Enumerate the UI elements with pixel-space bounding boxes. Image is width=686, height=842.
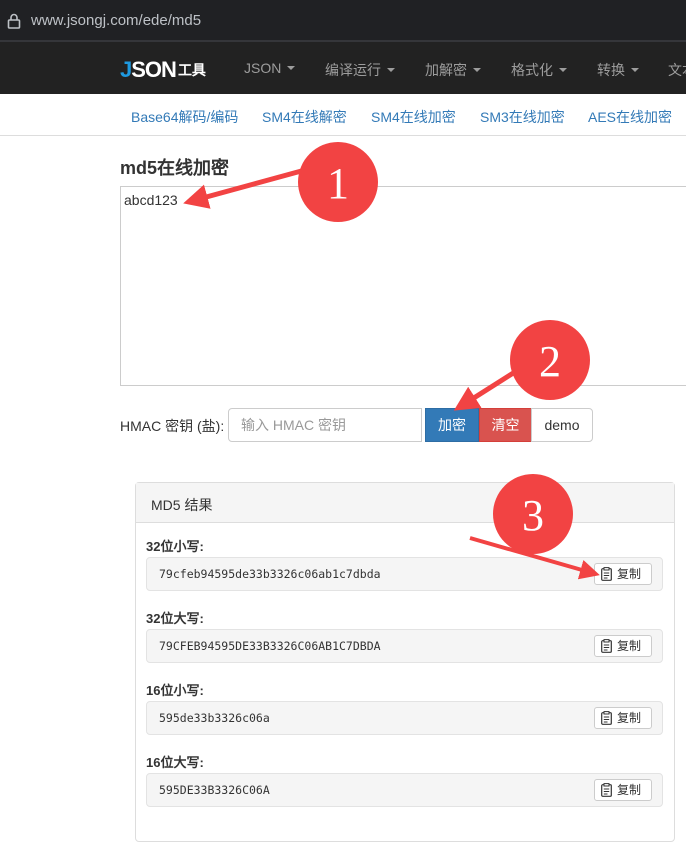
caret-down-icon: [473, 68, 481, 72]
link-sm4-decrypt[interactable]: SM4在线解密: [262, 107, 347, 127]
caret-down-icon: [559, 68, 567, 72]
related-tools-links: Base64解码/编码 SM4在线解密 SM4在线加密 SM3在线加密 AES在…: [0, 94, 686, 136]
demo-button[interactable]: demo: [531, 408, 593, 442]
result-label-32-upper: 32位大写:: [146, 611, 204, 626]
nav-item-crypto[interactable]: 加解密: [425, 60, 481, 80]
nav-item-compile[interactable]: 编译运行: [325, 60, 395, 80]
copy-label: 复制: [617, 639, 642, 653]
logo-son: SON: [131, 57, 177, 82]
caret-down-icon: [631, 68, 639, 72]
result-value[interactable]: 595de33b3326c06a: [159, 711, 270, 725]
result-value[interactable]: 595DE33B3326C06A: [159, 783, 270, 797]
site-logo[interactable]: JSON 工具: [120, 57, 206, 83]
result-value[interactable]: 79CFEB94595DE33B3326C06AB1C7DBDA: [159, 639, 381, 653]
nav-item-label: 转换: [597, 62, 625, 78]
result-value[interactable]: 79cfeb94595de33b3326c06ab1c7dbda: [159, 567, 381, 581]
clipboard-icon: [601, 711, 612, 725]
clipboard-icon: [601, 567, 612, 581]
nav-item-label: 文本: [668, 62, 686, 78]
link-sm3-encrypt[interactable]: SM3在线加密: [480, 107, 565, 127]
page-title: md5在线加密: [120, 158, 230, 178]
browser-address-bar[interactable]: www.jsongj.com/ede/md5: [0, 0, 686, 42]
nav-item-label: 加解密: [425, 62, 467, 78]
logo-j: J: [120, 57, 132, 82]
url-text[interactable]: www.jsongj.com/ede/md5: [31, 12, 201, 29]
hmac-label: HMAC 密钥 (盐):: [120, 418, 225, 434]
clear-button[interactable]: 清空: [479, 408, 532, 442]
encrypt-button[interactable]: 加密: [425, 408, 479, 442]
nav-item-text[interactable]: 文本: [668, 60, 686, 80]
result-label-16-upper: 16位大写:: [146, 755, 204, 770]
result-row-16-upper: 595DE33B3326C06A 复制: [146, 773, 663, 807]
result-row-32-lower: 79cfeb94595de33b3326c06ab1c7dbda 复制: [146, 557, 663, 591]
nav-item-label: JSON: [244, 60, 282, 76]
clipboard-icon: [601, 783, 612, 797]
result-label-32-lower: 32位小写:: [146, 539, 204, 554]
nav-item-json[interactable]: JSON: [244, 60, 296, 76]
clipboard-icon: [601, 639, 612, 653]
result-label-16-lower: 16位小写:: [146, 683, 204, 698]
lock-icon: [7, 13, 21, 29]
copy-label: 复制: [617, 711, 642, 725]
nav-item-label: 格式化: [511, 62, 553, 78]
input-textarea[interactable]: abcd123: [120, 186, 686, 386]
panel-heading: MD5 结果: [136, 483, 674, 523]
link-base64[interactable]: Base64解码/编码: [131, 107, 238, 127]
panel-title: MD5 结果: [151, 497, 213, 513]
hmac-key-input[interactable]: 输入 HMAC 密钥: [228, 408, 422, 442]
copy-button[interactable]: 复制: [594, 635, 652, 657]
result-row-32-upper: 79CFEB94595DE33B3326C06AB1C7DBDA 复制: [146, 629, 663, 663]
copy-label: 复制: [617, 783, 642, 797]
top-navbar: JSON工具 JSON 编译运行 加解密 格式化 转换 文本: [0, 42, 686, 94]
caret-down-icon: [287, 66, 296, 70]
link-aes-encrypt[interactable]: AES在线加密: [588, 107, 672, 127]
result-row-16-lower: 595de33b3326c06a 复制: [146, 701, 663, 735]
nav-item-convert[interactable]: 转换: [597, 60, 639, 80]
link-sm4-encrypt[interactable]: SM4在线加密: [371, 107, 456, 127]
nav-item-format[interactable]: 格式化: [511, 60, 567, 80]
caret-down-icon: [387, 68, 395, 72]
logo-tool: 工具: [177, 62, 206, 78]
copy-label: 复制: [617, 567, 642, 581]
copy-button[interactable]: 复制: [594, 779, 652, 801]
nav-item-label: 编译运行: [325, 62, 381, 78]
md5-result-panel: MD5 结果 32位小写: 79cfeb94595de33b3326c06ab1…: [135, 482, 675, 842]
copy-button[interactable]: 复制: [594, 707, 652, 729]
copy-button[interactable]: 复制: [594, 563, 652, 585]
